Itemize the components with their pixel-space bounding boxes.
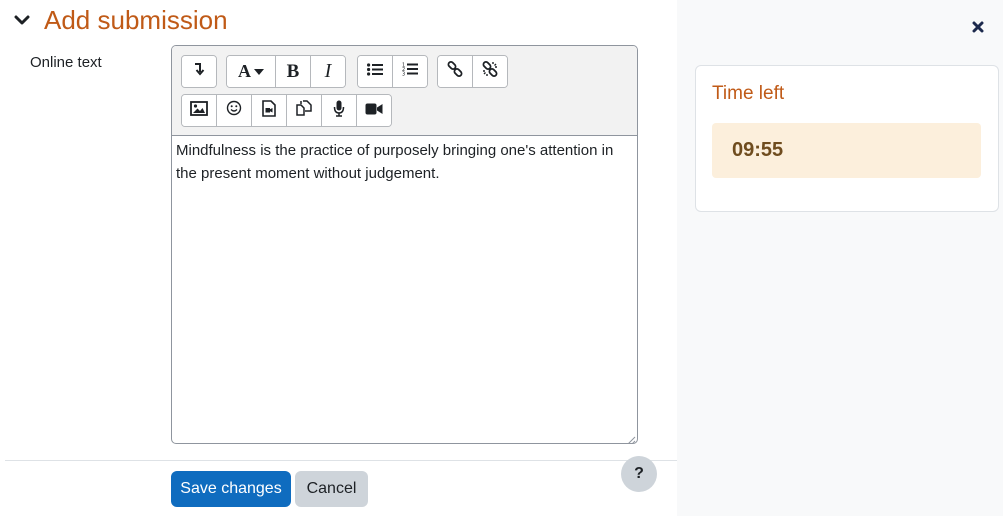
- image-button[interactable]: [182, 95, 217, 126]
- link-button[interactable]: [438, 56, 473, 87]
- unlink-icon: [482, 61, 498, 82]
- main-region: Add submission Online text A B I 1 2 3 M…: [0, 0, 677, 516]
- manage-files-icon: [296, 100, 312, 121]
- record-audio-icon: [333, 100, 345, 122]
- svg-text:3: 3: [402, 72, 405, 77]
- media-button[interactable]: [252, 95, 287, 126]
- chevron-down-icon[interactable]: [12, 10, 32, 30]
- editor-content[interactable]: Mindfulness is the practice of purposely…: [176, 139, 631, 185]
- online-text-label: Online text: [30, 54, 102, 71]
- close-icon: [972, 20, 984, 38]
- timer-value: 09:55: [732, 139, 784, 161]
- toolbar-group-media: [181, 94, 392, 127]
- toolbar-group-style: A B I: [226, 55, 346, 88]
- online-text-editor: A B I 123 Mindfulness is the practice of…: [171, 45, 638, 444]
- help-button[interactable]: ?: [621, 456, 657, 492]
- emoji-button[interactable]: [217, 95, 252, 126]
- record-audio-button[interactable]: [322, 95, 357, 126]
- section-title: Add submission: [44, 5, 228, 35]
- help-label: ?: [634, 465, 644, 482]
- italic-button[interactable]: I: [311, 56, 345, 87]
- unlink-button[interactable]: [473, 56, 507, 87]
- ordered-list-button[interactable]: 123: [393, 56, 427, 87]
- show-more-icon: [193, 62, 205, 81]
- font-color-button[interactable]: A: [227, 56, 276, 87]
- cancel-button[interactable]: Cancel: [295, 471, 368, 507]
- toolbar-group-lists: 123: [357, 55, 428, 88]
- font-color-icon: A: [238, 61, 264, 82]
- bold-button[interactable]: B: [276, 56, 311, 87]
- show-more-button[interactable]: [182, 56, 216, 87]
- timer-display: 09:55: [712, 123, 981, 178]
- editor-toolbar: A B I 123: [172, 46, 637, 136]
- resize-handle-icon[interactable]: [626, 432, 636, 443]
- unordered-list-button[interactable]: [358, 56, 393, 87]
- manage-files-button[interactable]: [287, 95, 322, 126]
- link-icon: [447, 61, 463, 82]
- media-icon: [262, 99, 276, 122]
- save-changes-button[interactable]: Save changes: [171, 471, 291, 507]
- bold-icon: B: [286, 60, 300, 82]
- ordered-list-icon: 123: [402, 62, 418, 81]
- timer-block: Time left 09:55: [695, 65, 999, 212]
- italic-icon: I: [324, 60, 332, 82]
- emoji-icon: [226, 100, 242, 121]
- toolbar-group-more: [181, 55, 217, 88]
- record-video-icon: [365, 102, 383, 120]
- section-header[interactable]: Add submission: [12, 3, 228, 37]
- toolbar-group-links: [437, 55, 508, 88]
- form-divider: [5, 460, 677, 461]
- record-video-button[interactable]: [357, 95, 391, 126]
- unordered-list-icon: [367, 62, 383, 81]
- timer-title: Time left: [712, 83, 785, 104]
- close-drawer-button[interactable]: [967, 18, 989, 40]
- image-icon: [190, 100, 208, 121]
